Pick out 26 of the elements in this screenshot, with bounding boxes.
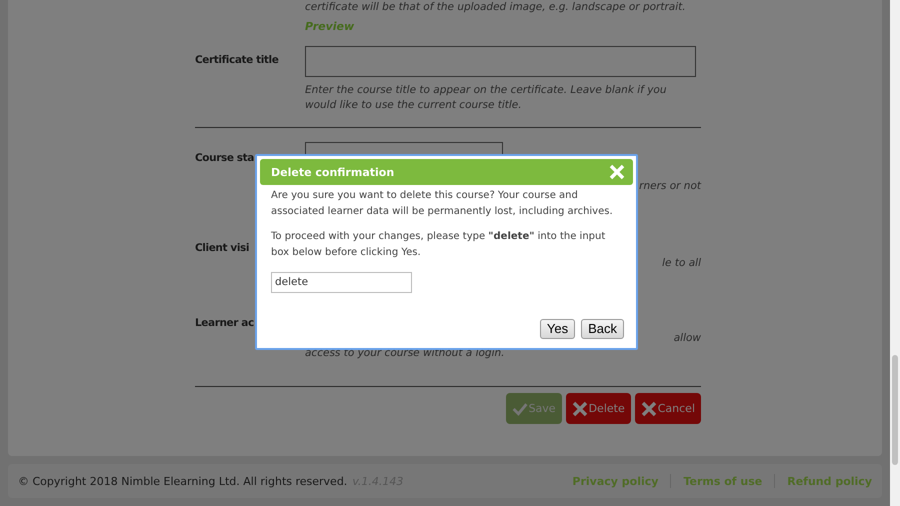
preview-link[interactable]: Preview bbox=[305, 20, 354, 33]
x-icon bbox=[640, 400, 657, 416]
dialog-button[interactable]: Yes bbox=[540, 318, 576, 338]
help-text: le to all bbox=[662, 256, 701, 271]
confirm-input[interactable]: delete bbox=[271, 272, 412, 292]
check-icon bbox=[512, 400, 528, 416]
close-icon[interactable] bbox=[609, 164, 625, 180]
x-icon bbox=[572, 400, 588, 416]
help-text: rners or not bbox=[639, 179, 701, 194]
cancel-button[interactable]: Cancel bbox=[634, 393, 701, 424]
copyright-text: © Copyright 2018 Nimble Elearning Ltd. All rights reserved. bbox=[18, 474, 348, 488]
dialog-message: To proceed with your changes, please type "delete" into the input box below before clicking Yes. bbox=[271, 230, 606, 260]
help-text: certificate will be that of the uploaded image, e.g. landscape or portrait. bbox=[305, 0, 687, 15]
text-input[interactable] bbox=[305, 46, 696, 77]
field-label: Course sta bbox=[195, 151, 254, 166]
dialog-button[interactable]: Back bbox=[581, 318, 624, 338]
help-text: allow bbox=[674, 331, 701, 346]
dialog-title: Delete confirmation bbox=[271, 166, 394, 178]
scrollbar-thumb[interactable] bbox=[892, 355, 898, 465]
field-label: Certificate title bbox=[195, 53, 278, 68]
help-text: Enter the course title to appear on the certificate. Leave blank if you would like to use the current course title. bbox=[305, 83, 668, 113]
field-label: Client visi bbox=[195, 241, 250, 256]
dialog-message: Are you sure you want to delete this course? Your course and associated learner data will be permanently lost, including archives. bbox=[271, 189, 614, 218]
delete-button[interactable]: Delete bbox=[566, 393, 631, 424]
field-label: Learner ac bbox=[195, 316, 254, 331]
scrollbar[interactable] bbox=[890, 0, 900, 506]
